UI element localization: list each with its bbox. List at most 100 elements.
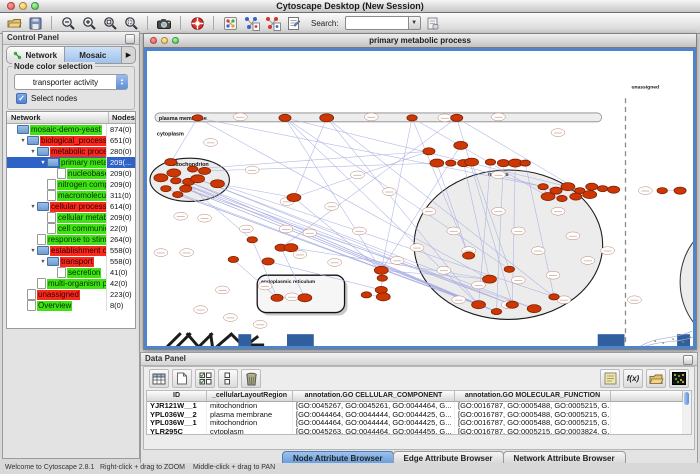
network-node-highlighted[interactable]: [377, 275, 387, 281]
network-node-highlighted[interactable]: [171, 178, 181, 184]
zoom-in-icon[interactable]: [80, 15, 98, 32]
delete-attribute-icon[interactable]: [241, 369, 261, 388]
network-node-highlighted[interactable]: [211, 180, 225, 188]
network-node-highlighted[interactable]: [497, 160, 509, 167]
tab-overflow-arrow[interactable]: ▶: [122, 47, 135, 63]
network-node-highlighted[interactable]: [154, 174, 168, 182]
network-node-unselected[interactable]: [437, 266, 451, 274]
annotation-icon[interactable]: [424, 15, 442, 32]
attribute-editor-icon[interactable]: [600, 369, 620, 388]
network-node-highlighted[interactable]: [561, 183, 575, 191]
network-node-highlighted[interactable]: [586, 183, 598, 190]
network-node-highlighted[interactable]: [262, 258, 274, 265]
search-dropdown-arrow[interactable]: ▼: [408, 16, 421, 30]
network-node-highlighted[interactable]: [375, 286, 387, 293]
tree-row-11[interactable]: ▼establishment of lo558(0): [7, 245, 135, 256]
zoom-out-icon[interactable]: [59, 15, 77, 32]
table-column-header[interactable]: ID: [147, 391, 207, 401]
network-node-highlighted[interactable]: [557, 195, 567, 201]
tree-row-16[interactable]: Overview8(0): [7, 300, 135, 311]
network-node-highlighted[interactable]: [173, 192, 183, 198]
network-node-highlighted[interactable]: [483, 275, 497, 283]
table-row-1[interactable]: YPL036W__2plasma membrane[GO:0044464, GO…: [147, 411, 683, 420]
search-input[interactable]: [345, 16, 408, 30]
tab-network[interactable]: Network: [7, 47, 65, 63]
network-canvas[interactable]: plasma membranecytoplasmmitochondrionnuc…: [144, 48, 696, 349]
network-node-highlighted[interactable]: [463, 252, 475, 259]
tree-row-4[interactable]: nucleobase-209(0): [7, 168, 135, 179]
network-node-highlighted[interactable]: [430, 159, 444, 167]
hide-selected-icon[interactable]: [242, 15, 260, 32]
network-node-unselected[interactable]: [253, 320, 267, 328]
network-node-highlighted[interactable]: [583, 191, 597, 199]
network-node-highlighted[interactable]: [199, 167, 211, 174]
tree-row-9[interactable]: cell communicat22(0): [7, 223, 135, 234]
help-icon[interactable]: [188, 15, 206, 32]
save-icon[interactable]: [26, 15, 44, 32]
network-node-highlighted[interactable]: [271, 294, 283, 301]
tree-row-10[interactable]: response to stimul264(0): [7, 234, 135, 245]
table-column-header[interactable]: annotation.GO CELLULAR_COMPONENT: [293, 391, 455, 401]
tree-expand-arrow[interactable]: ▼: [29, 204, 37, 210]
table-row-0[interactable]: YJR121W__1mitochondrion[GO:0045267, GO:0…: [147, 402, 683, 411]
network-node-highlighted[interactable]: [657, 188, 667, 194]
tree-row-7[interactable]: ▼cellular process614(0): [7, 201, 135, 212]
tree-expand-arrow[interactable]: ▼: [39, 160, 47, 166]
table-column-header[interactable]: _cellularLayoutRegion: [207, 391, 293, 401]
tree-row-8[interactable]: cellular metabo209(0): [7, 212, 135, 223]
tree-expand-arrow[interactable]: ▼: [19, 138, 27, 144]
network-node-highlighted[interactable]: [608, 186, 620, 193]
network-node-highlighted[interactable]: [376, 293, 390, 301]
network-node-highlighted[interactable]: [298, 294, 312, 302]
snapshot-icon[interactable]: [155, 15, 173, 32]
network-node-highlighted[interactable]: [465, 158, 479, 166]
tree-row-12[interactable]: ▼transport558(0): [7, 256, 135, 267]
network-node-unselected[interactable]: [422, 207, 436, 215]
open-icon[interactable]: [5, 15, 23, 32]
matrix-icon[interactable]: [669, 369, 689, 388]
table-row-3[interactable]: YLR295Ccytoplasm[GO:0045263, GO:0044464,…: [147, 428, 683, 435]
network-node-highlighted[interactable]: [597, 186, 607, 192]
vizmapper-icon[interactable]: [284, 15, 302, 32]
network-node-highlighted[interactable]: [674, 187, 686, 194]
network-node-highlighted[interactable]: [504, 266, 514, 272]
new-attribute-icon[interactable]: [172, 369, 192, 388]
network-node-highlighted[interactable]: [407, 115, 417, 121]
tree-row-3[interactable]: ▼primary metabo209(...: [7, 157, 135, 168]
network-node-highlighted[interactable]: [167, 169, 181, 177]
tree-row-13[interactable]: secretion41(0): [7, 267, 135, 278]
network-node-highlighted[interactable]: [320, 114, 334, 122]
tree-row-5[interactable]: nitrogen compo209(0): [7, 179, 135, 190]
network-node-highlighted[interactable]: [191, 175, 205, 183]
tree-row-1[interactable]: ▼biological_process651(0): [7, 135, 135, 146]
network-node-highlighted[interactable]: [538, 184, 548, 190]
network-node-highlighted[interactable]: [549, 294, 559, 300]
table-column-header[interactable]: annotation.GO MOLECULAR_FUNCTION: [455, 391, 611, 401]
network-node-highlighted[interactable]: [527, 305, 541, 313]
network-node-unselected[interactable]: [452, 296, 466, 304]
network-node-highlighted[interactable]: [451, 114, 463, 121]
attribute-unselect-icon[interactable]: [218, 369, 238, 388]
network-node-unselected[interactable]: [627, 296, 641, 304]
network-node-highlighted[interactable]: [287, 193, 301, 201]
network-node-highlighted[interactable]: [454, 141, 468, 149]
tree-expand-arrow[interactable]: ▼: [39, 259, 47, 265]
network-node-highlighted[interactable]: [284, 244, 298, 252]
network-node-highlighted[interactable]: [446, 160, 456, 166]
network-node-highlighted[interactable]: [423, 148, 435, 155]
import-attributes-icon[interactable]: [646, 369, 666, 388]
network-node-highlighted[interactable]: [541, 193, 555, 201]
attribute-select-icon[interactable]: [149, 369, 169, 388]
select-nodes-checkbox[interactable]: ✓: [16, 93, 27, 104]
tree-row-2[interactable]: ▼metabolic process280(0): [7, 146, 135, 157]
network-node-unselected[interactable]: [491, 207, 505, 215]
network-node-highlighted[interactable]: [192, 115, 202, 121]
tree-row-6[interactable]: macromolecule311(0): [7, 190, 135, 201]
network-node-highlighted[interactable]: [491, 309, 501, 315]
tree-row-0[interactable]: mosaic-demo-yeast874(0): [7, 124, 135, 135]
network-node-highlighted[interactable]: [165, 159, 177, 166]
table-scrollbar[interactable]: [683, 390, 692, 435]
tree-row-15[interactable]: unassigned223(0): [7, 289, 135, 300]
float-panel-icon[interactable]: [683, 355, 693, 365]
tree-expand-arrow[interactable]: ▼: [29, 149, 37, 155]
